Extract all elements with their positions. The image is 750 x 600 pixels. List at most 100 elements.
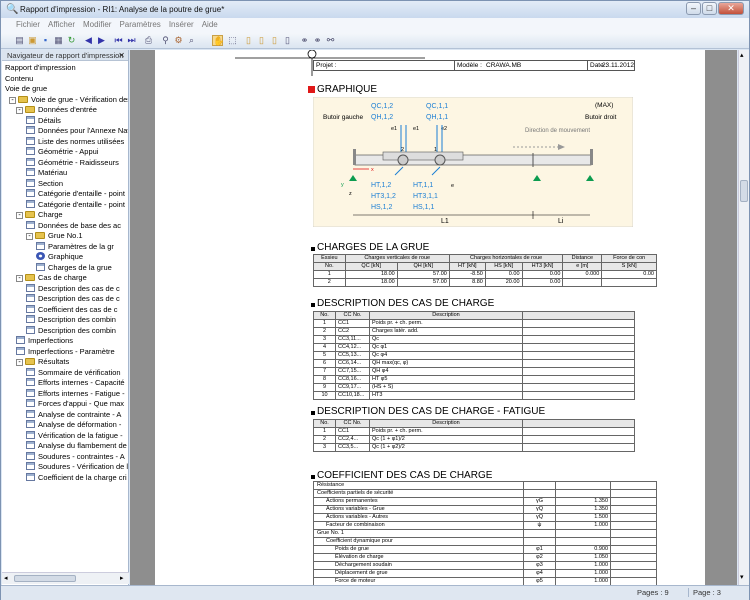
expand-toggle-icon[interactable]: -	[16, 275, 23, 282]
navigator-item[interactable]: Forces d'appui - Que max	[26, 399, 124, 409]
open-icon[interactable]: ▣	[27, 35, 38, 46]
doc-icon	[26, 315, 35, 323]
navigator-item[interactable]: - Grue No.1	[26, 231, 83, 241]
navigator-item[interactable]: Liste des normes utilisées	[26, 136, 124, 147]
navigator-item-label: Coefficient de la charge cri	[38, 472, 127, 482]
refresh-icon[interactable]: ↻	[66, 35, 77, 46]
scroll-thumb[interactable]	[740, 180, 748, 202]
link-icon[interactable]: ⚭	[299, 35, 310, 46]
navigator-item[interactable]: Détails	[26, 115, 61, 126]
navigator-item[interactable]: Analyse du flambement de	[26, 441, 127, 451]
page-icon-1[interactable]: ▯	[243, 35, 254, 46]
print-icon[interactable]: ▦	[53, 35, 64, 46]
navigator-item[interactable]: - Données d'entrée	[16, 105, 97, 115]
doc-icon	[26, 420, 35, 428]
menu-aide[interactable]: Aide	[198, 18, 222, 29]
doc-icon	[26, 304, 35, 313]
navigator-item[interactable]: - Résultats	[16, 357, 69, 367]
expand-toggle-icon[interactable]: -	[16, 107, 23, 114]
new-icon[interactable]: ▤	[14, 35, 25, 46]
navigator-item[interactable]: Imperfections	[16, 336, 73, 346]
navigator-item[interactable]: Coefficient de la charge cri	[26, 472, 127, 483]
navigator-item[interactable]: Voie de grue	[5, 84, 47, 94]
navigator-item[interactable]: Coefficient des cas de c	[26, 304, 118, 315]
navigator-item[interactable]: - Voie de grue - Vérification des pou	[9, 95, 128, 105]
table-cell: CC10,18...	[335, 391, 370, 400]
save-icon[interactable]: ▪	[40, 35, 51, 46]
navigator-item[interactable]: Imperfections - Paramètre	[16, 346, 115, 357]
page-icon-3[interactable]: ▯	[269, 35, 280, 46]
scroll-thumb[interactable]	[14, 575, 76, 582]
table-cell: Qc φ1	[369, 343, 523, 352]
report-navigator: Navigateur de rapport d'impression ✕ Rap…	[2, 50, 129, 585]
charges-table: Essieu Charges verticales de roue Charges …	[313, 254, 657, 287]
unlink-icon[interactable]: ⚯	[325, 35, 336, 46]
navigator-item[interactable]: Paramètres de la gr	[36, 241, 114, 252]
navigator-item[interactable]: - Charge	[16, 210, 63, 220]
table-cell: CC No.	[335, 419, 370, 428]
table-cell: Description	[369, 311, 523, 320]
table-cell	[523, 537, 556, 546]
select-icon[interactable]: ⬚	[227, 35, 238, 46]
last-page-icon[interactable]: ⏭	[126, 35, 137, 46]
menu-inserer[interactable]: Insérer	[165, 18, 198, 29]
navigator-item[interactable]: Charges de la grue	[36, 262, 112, 273]
settings-icon[interactable]: ⚙	[173, 35, 184, 46]
menu-afficher[interactable]: Afficher	[44, 18, 79, 29]
navigator-item[interactable]: Soudures - Vérification de l	[26, 462, 128, 472]
navigator-item[interactable]: Contenu	[5, 74, 33, 84]
navigator-item[interactable]: Description des combin	[26, 325, 116, 336]
menu-parametres[interactable]: Paramètres	[115, 18, 164, 29]
navigator-item[interactable]: Section	[26, 178, 63, 189]
minimize-button[interactable]: –	[686, 2, 701, 15]
navigator-item[interactable]: Description des cas de c	[26, 283, 120, 294]
close-button[interactable]: ✕	[718, 2, 744, 15]
navigator-item[interactable]: Rapport d'impression	[5, 63, 76, 73]
diagram-ht12: HT,1,2	[371, 182, 391, 189]
navigator-item[interactable]: Géométrie - Appui	[26, 147, 98, 157]
table-cell	[610, 513, 657, 522]
search-icon[interactable]: ⌕	[186, 35, 197, 46]
navigator-item[interactable]: - Cas de charge	[16, 273, 87, 283]
link-icon-2[interactable]: ⚭	[312, 35, 323, 46]
doc-icon	[26, 136, 35, 145]
status-pages: Pages : 9	[637, 588, 669, 597]
navigator-item[interactable]: Description des cas de c	[26, 294, 120, 304]
navigator-item[interactable]: Sommaire de vérification	[26, 367, 121, 378]
expand-toggle-icon[interactable]: -	[16, 359, 23, 366]
page-icon-4[interactable]: ▯	[282, 35, 293, 46]
expand-toggle-icon[interactable]: -	[16, 212, 23, 219]
navigator-horizontal-scrollbar[interactable]: ◂ ▸	[2, 572, 129, 584]
table-cell: 2	[313, 435, 336, 444]
navigator-item[interactable]: Catégorie d'entaille - point	[26, 199, 125, 210]
navigator-item[interactable]: Soudures - contraintes - A	[26, 451, 125, 462]
page-icon-2[interactable]: ▯	[256, 35, 267, 46]
navigator-item[interactable]: Matériau	[26, 168, 67, 178]
expand-toggle-icon[interactable]: -	[26, 233, 33, 240]
navigator-item[interactable]: Catégorie d'entaille - point	[26, 189, 125, 199]
navigator-item[interactable]: Analyse de contrainte - A	[26, 409, 121, 420]
expand-toggle-icon[interactable]: -	[9, 96, 16, 104]
navigator-item[interactable]: Efforts internes - Fatigue -	[26, 388, 125, 399]
table-cell: 3	[313, 335, 336, 344]
navigator-item[interactable]: Données pour l'Annexe Nat	[26, 126, 128, 136]
first-page-icon[interactable]: ⏮	[113, 35, 124, 46]
navigator-item[interactable]: Données de base des ac	[26, 220, 121, 231]
pointer-icon[interactable]: ✋	[212, 35, 224, 46]
navigator-item[interactable]: Description des combin	[26, 315, 116, 325]
menu-modifier[interactable]: Modifier	[79, 18, 115, 29]
print-preview-icon[interactable]: ⎙	[143, 35, 154, 46]
navigator-item[interactable]: Graphique	[36, 252, 84, 262]
menu-fichier[interactable]: Fichier	[12, 18, 44, 29]
navigator-item[interactable]: Analyse de déformation -	[26, 420, 121, 430]
canvas-vertical-scrollbar[interactable]: ▴ ▾	[738, 50, 749, 585]
close-navigator-icon[interactable]: ✕	[118, 50, 125, 61]
maximize-button[interactable]: □	[702, 2, 717, 15]
navigator-item[interactable]: Efforts internes - Capacité	[26, 378, 125, 388]
navigator-item[interactable]: Vérification de la fatigue -	[26, 430, 123, 441]
navigator-item[interactable]: Géométrie - Raidisseurs	[26, 157, 119, 168]
zoom-icon[interactable]: ⚲	[160, 35, 171, 46]
prev-icon[interactable]: ◀	[83, 35, 94, 46]
next-icon[interactable]: ▶	[96, 35, 107, 46]
table-cell: 1.500	[555, 513, 611, 522]
